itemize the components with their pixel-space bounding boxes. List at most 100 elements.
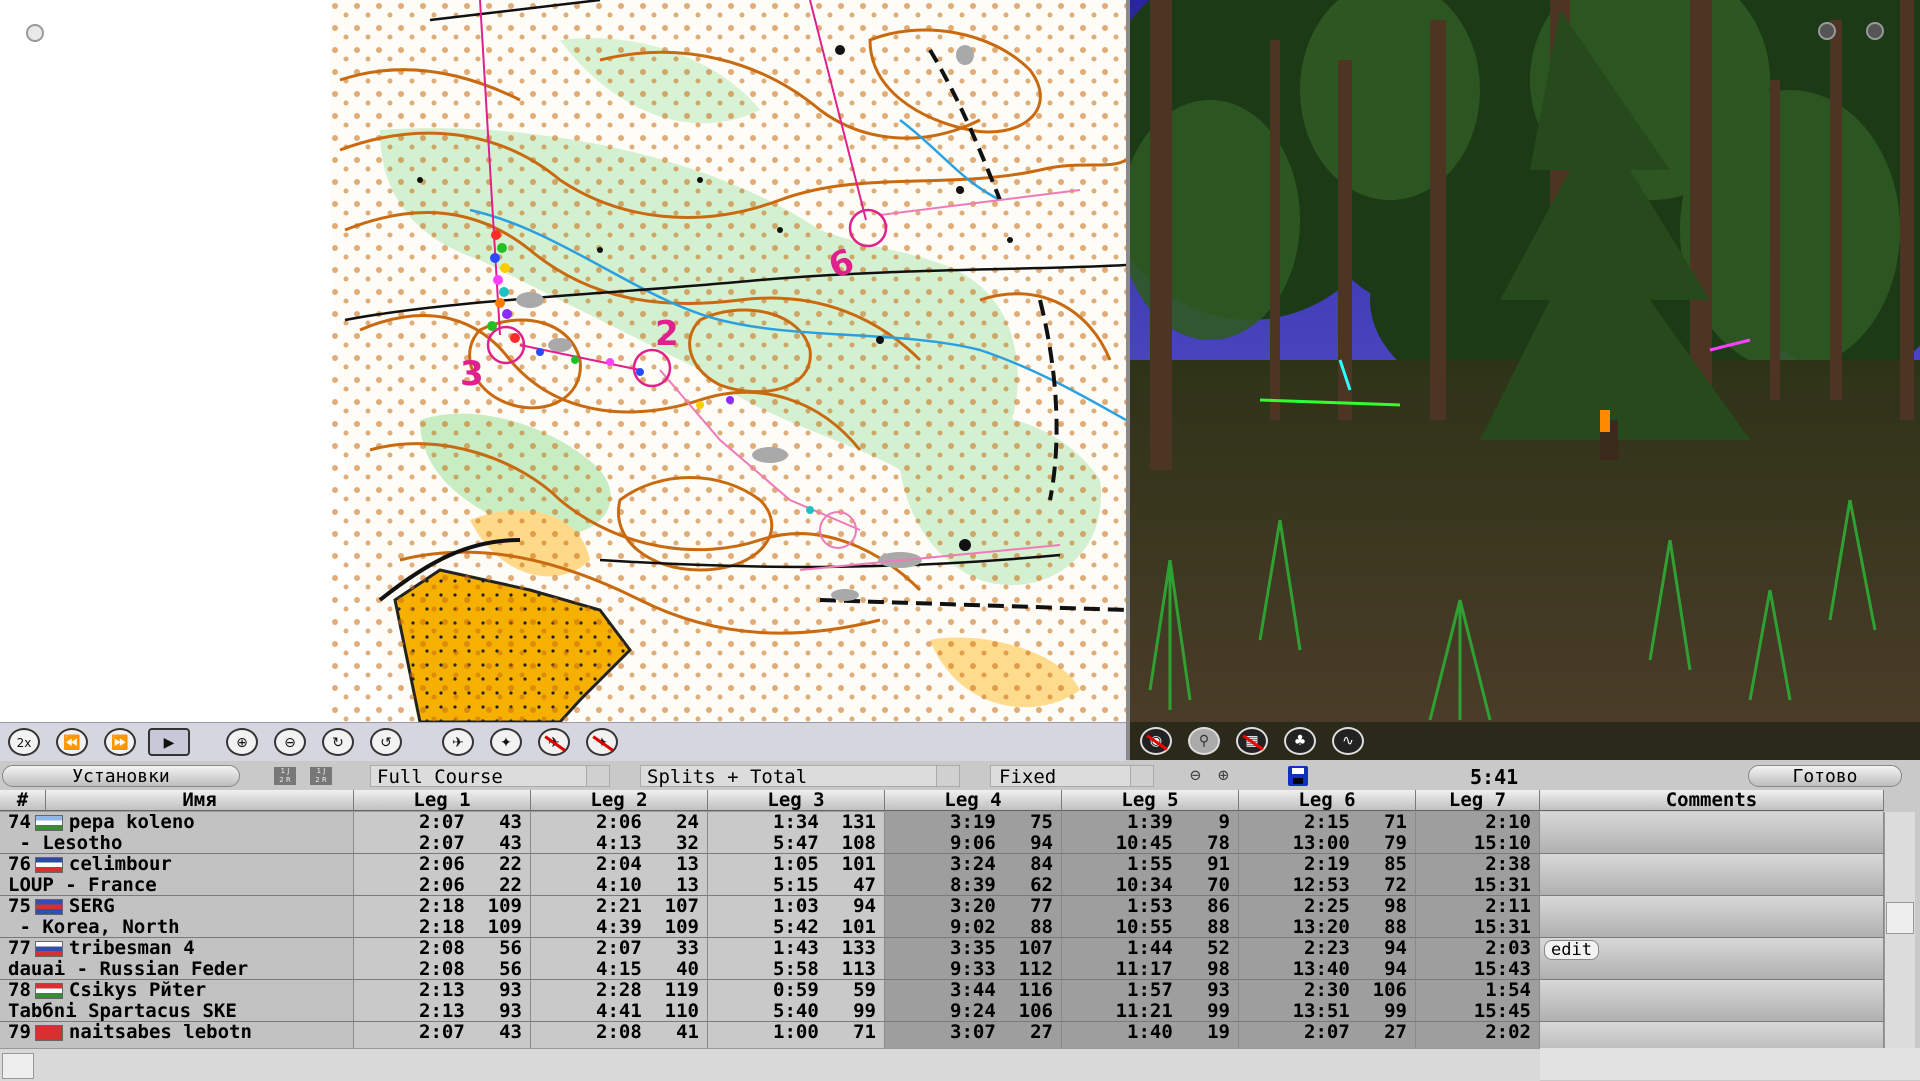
leg-3-cell[interactable]: 1:43 133 5:58 113 — [708, 938, 885, 980]
map-canvas[interactable]: 3 2 6 — [0, 0, 1126, 722]
leg-5-cell[interactable]: 1:53 86 10:55 88 — [1062, 896, 1239, 938]
leg-7-cell[interactable]: 2:11 15:31 — [1416, 896, 1540, 938]
zoom-in-small-icon[interactable]: ⊕ — [1218, 765, 1229, 786]
compass-icon[interactable]: ✦ — [490, 728, 522, 756]
leg-7-cell[interactable]: 1:54 15:45 — [1416, 980, 1540, 1022]
runner-icon[interactable]: ✈ — [442, 728, 474, 756]
tree-icon[interactable]: ♣ — [1284, 727, 1316, 755]
leg-5-cell[interactable]: 1:39 9 10:45 78 — [1062, 812, 1239, 854]
header-leg-2[interactable]: Leg 2 — [531, 790, 708, 811]
runner-name-cell[interactable]: 76 celimbour LOUP - France — [0, 854, 354, 896]
horizontal-scrollbar-thumb[interactable] — [2, 1053, 34, 1079]
leg-2-cell[interactable]: 2:21 107 4:39 109 — [531, 896, 708, 938]
runner-name-cell[interactable]: 79 naitsabes lebotn — [0, 1022, 354, 1048]
leg-4-cell[interactable]: 3:19 75 9:06 94 — [885, 812, 1062, 854]
map-off-icon[interactable]: ▦ — [1236, 727, 1268, 755]
leg-1-cell[interactable]: 2:07 43 2:07 43 — [354, 812, 531, 854]
list-icon-2[interactable]: 1 J2 R — [310, 767, 332, 785]
header-leg-1[interactable]: Leg 1 — [354, 790, 531, 811]
leg-4-cell[interactable]: 3:20 77 9:02 88 — [885, 896, 1062, 938]
leg-1-cell[interactable]: 2:07 43 — [354, 1022, 531, 1048]
rotate-right-icon[interactable]: ↻ — [322, 728, 354, 756]
leg-6-cell[interactable]: 2:07 27 — [1239, 1022, 1416, 1048]
leg-5-cell[interactable]: 1:40 19 — [1062, 1022, 1239, 1048]
comment-cell[interactable] — [1540, 896, 1884, 938]
table-row[interactable]: 76 celimbour LOUP - France 2:06 22 2:06 22 2:… — [0, 854, 1540, 896]
leg-6-cell[interactable]: 2:15 71 13:00 79 — [1239, 812, 1416, 854]
comment-edit-button[interactable]: edit — [1544, 940, 1599, 960]
leg-4-cell[interactable]: 3:24 84 8:39 62 — [885, 854, 1062, 896]
table-row[interactable]: 79 naitsabes lebotn 2:07 43 2:08 41 1:00 71 3… — [0, 1022, 1540, 1048]
leg-1-cell[interactable]: 2:18 109 2:18 109 — [354, 896, 531, 938]
table-row[interactable]: 75 SERG - Korea, North 2:18 109 2:18 109 2:2… — [0, 896, 1540, 938]
route-off-icon[interactable]: ✈ — [538, 728, 570, 756]
leg-2-cell[interactable]: 2:28 119 4:41 110 — [531, 980, 708, 1022]
header-number[interactable]: # — [0, 790, 46, 811]
settings-button[interactable]: Установки — [2, 765, 240, 787]
zoom-out-small-icon[interactable]: ⊖ — [1190, 765, 1201, 786]
vertical-scrollbar-thumb[interactable] — [1886, 902, 1914, 934]
splits-dropdown-icon[interactable] — [936, 766, 959, 786]
leg-2-cell[interactable]: 2:04 13 4:10 13 — [531, 854, 708, 896]
header-leg-3[interactable]: Leg 3 — [708, 790, 885, 811]
splits-select[interactable]: Splits + Total — [640, 765, 960, 788]
leg-7-cell[interactable]: 2:03 15:43 — [1416, 938, 1540, 980]
runner-name-cell[interactable]: 77 tribesman 4 dauai - Russian Feder — [0, 938, 354, 980]
header-leg-4[interactable]: Leg 4 — [885, 790, 1062, 811]
leg-6-cell[interactable]: 2:30 106 13:51 99 — [1239, 980, 1416, 1022]
view-corner-icon-left[interactable] — [1818, 22, 1836, 40]
table-row[interactable]: 74 pepa koleno - Lesotho 2:07 43 2:07 43 2:0… — [0, 812, 1540, 854]
search-icon[interactable]: ⚲ — [1188, 727, 1220, 755]
leg-4-cell[interactable]: 3:35 107 9:33 112 — [885, 938, 1062, 980]
leg-6-cell[interactable]: 2:25 98 13:20 88 — [1239, 896, 1416, 938]
runner-name-cell[interactable]: 74 pepa koleno - Lesotho — [0, 812, 354, 854]
speed-icon[interactable]: 2x — [8, 728, 40, 756]
runner-name-cell[interactable]: 78 Csikys Pйter Tabбni Spartacus SKE — [0, 980, 354, 1022]
leg-3-cell[interactable]: 1:00 71 — [708, 1022, 885, 1048]
window-corner-icon[interactable] — [26, 24, 44, 42]
zoom-out-icon[interactable]: ⊖ — [274, 728, 306, 756]
tail-off-icon[interactable]: ✦ — [586, 728, 618, 756]
leg-4-cell[interactable]: 3:07 27 — [885, 1022, 1062, 1048]
zoom-in-icon[interactable]: ⊕ — [226, 728, 258, 756]
leg-7-cell[interactable]: 2:02 — [1416, 1022, 1540, 1048]
leg-7-cell[interactable]: 2:38 15:31 — [1416, 854, 1540, 896]
comment-cell[interactable] — [1540, 854, 1884, 896]
course-dropdown-icon[interactable] — [586, 766, 609, 786]
orienteering-map[interactable]: 3 2 6 — [0, 0, 1126, 722]
mode-dropdown-icon[interactable] — [1130, 766, 1153, 786]
header-name[interactable]: Имя — [46, 790, 354, 811]
leg-3-cell[interactable]: 1:34 131 5:47 108 — [708, 812, 885, 854]
runner-name-cell[interactable]: 75 SERG - Korea, North — [0, 896, 354, 938]
view-corner-icon-right[interactable] — [1866, 22, 1884, 40]
header-leg-5[interactable]: Leg 5 — [1062, 790, 1239, 811]
play-icon[interactable]: ▶ — [148, 728, 190, 756]
leg-1-cell[interactable]: 2:06 22 2:06 22 — [354, 854, 531, 896]
leg-2-cell[interactable]: 2:08 41 — [531, 1022, 708, 1048]
leg-2-cell[interactable]: 2:07 33 4:15 40 — [531, 938, 708, 980]
table-row[interactable]: 77 tribesman 4 dauai - Russian Feder 2:08 5… — [0, 938, 1540, 980]
horizontal-scrollbar[interactable] — [0, 1048, 1540, 1081]
header-leg-7[interactable]: Leg 7 — [1416, 790, 1540, 811]
leg-4-cell[interactable]: 3:44 116 9:24 106 — [885, 980, 1062, 1022]
table-row[interactable]: 78 Csikys Pйter Tabбni Spartacus SKE 2:13 9… — [0, 980, 1540, 1022]
comment-cell[interactable] — [1540, 980, 1884, 1022]
header-leg-6[interactable]: Leg 6 — [1239, 790, 1416, 811]
forest-3d-view[interactable] — [1130, 0, 1920, 760]
leg-5-cell[interactable]: 1:55 91 10:34 70 — [1062, 854, 1239, 896]
fast-forward-icon[interactable]: ⏩ — [104, 728, 136, 756]
comment-cell[interactable]: edit — [1540, 938, 1884, 980]
route-icon[interactable]: ∿ — [1332, 727, 1364, 755]
leg-3-cell[interactable]: 0:59 59 5:40 99 — [708, 980, 885, 1022]
leg-7-cell[interactable]: 2:10 15:10 — [1416, 812, 1540, 854]
header-comments[interactable]: Comments — [1540, 790, 1884, 811]
leg-6-cell[interactable]: 2:23 94 13:40 94 — [1239, 938, 1416, 980]
vertical-scrollbar[interactable] — [1884, 812, 1915, 1048]
save-icon[interactable] — [1288, 766, 1308, 786]
rotate-left-icon[interactable]: ↺ — [370, 728, 402, 756]
camera-off-icon[interactable]: ◉ — [1140, 727, 1172, 755]
leg-5-cell[interactable]: 1:57 93 11:21 99 — [1062, 980, 1239, 1022]
leg-6-cell[interactable]: 2:19 85 12:53 72 — [1239, 854, 1416, 896]
leg-1-cell[interactable]: 2:08 56 2:08 56 — [354, 938, 531, 980]
rewind-icon[interactable]: ⏪ — [56, 728, 88, 756]
